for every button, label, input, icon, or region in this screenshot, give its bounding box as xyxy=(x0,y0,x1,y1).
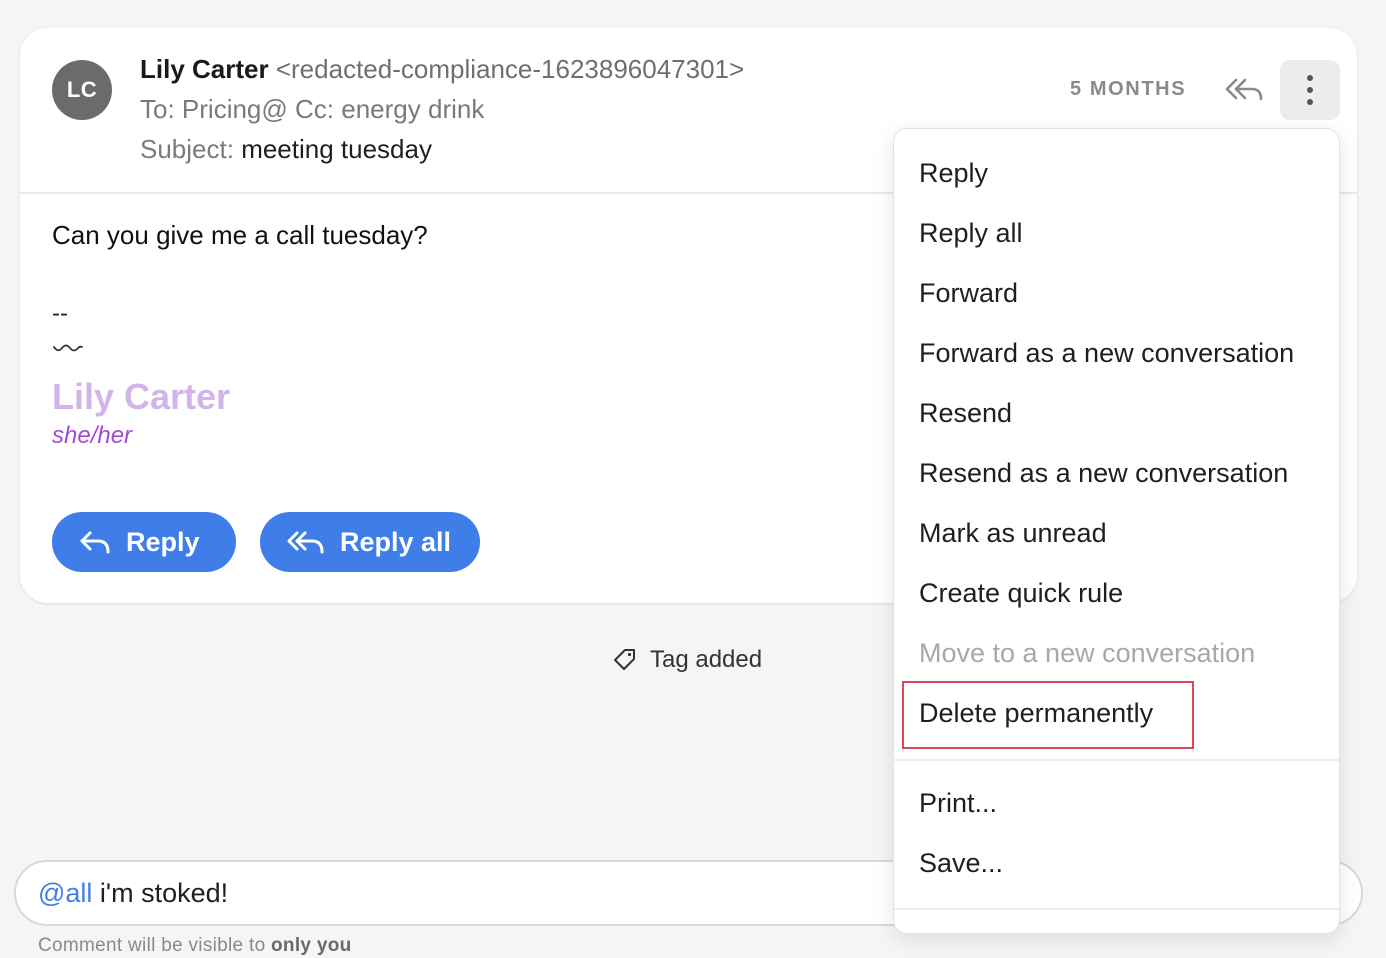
sender-email: <redacted-compliance-1623896047301> xyxy=(275,54,745,84)
signature-wave-icon xyxy=(53,344,83,352)
subject-line: Subject: meeting tuesday xyxy=(140,134,432,165)
menu-item-move-new-conversation: Move to a new conversation xyxy=(919,638,1256,668)
message-options-menu: Reply Reply all Forward Forward as a new… xyxy=(893,128,1340,934)
activity-tag-added: Tag added xyxy=(612,646,762,674)
to-value[interactable]: Pricing@ xyxy=(182,94,288,124)
delete-permanently-highlight xyxy=(902,681,1194,749)
sender-name: Lily Carter xyxy=(140,54,269,84)
signature-pronouns: she/her xyxy=(52,422,133,449)
menu-item-create-quick-rule[interactable]: Create quick rule xyxy=(919,578,1123,609)
comment-input-text[interactable]: @all i'm stoked! xyxy=(38,878,228,909)
more-options-button[interactable] xyxy=(1280,60,1340,120)
message-age: 5 MONTHS xyxy=(1070,78,1187,100)
to-label: To: xyxy=(140,94,175,124)
reply-button[interactable]: Reply xyxy=(52,512,236,572)
cc-value[interactable]: energy drink xyxy=(341,94,484,124)
menu-divider-bottom xyxy=(894,908,1339,910)
sender-line: Lily Carter <redacted-compliance-1623896… xyxy=(140,54,744,85)
subject-label: Subject: xyxy=(140,134,234,164)
menu-item-resend[interactable]: Resend xyxy=(919,398,1012,429)
menu-item-forward-new-conversation[interactable]: Forward as a new conversation xyxy=(919,338,1294,369)
menu-item-mark-unread[interactable]: Mark as unread xyxy=(919,518,1107,549)
menu-item-resend-new-conversation[interactable]: Resend as a new conversation xyxy=(919,458,1288,489)
menu-item-print[interactable]: Print... xyxy=(919,788,997,819)
reply-all-button[interactable]: Reply all xyxy=(260,512,480,572)
comment-mention: @all xyxy=(38,878,93,908)
menu-item-reply-all[interactable]: Reply all xyxy=(919,218,1023,249)
menu-divider xyxy=(894,759,1339,761)
visibility-target: only you xyxy=(271,935,352,956)
more-vertical-icon xyxy=(1307,75,1313,81)
reply-all-icon xyxy=(287,531,324,554)
reply-all-icon-button[interactable] xyxy=(1222,72,1266,108)
avatar: LC xyxy=(52,60,112,120)
comment-body: i'm stoked! xyxy=(92,878,229,908)
reply-all-button-label: Reply all xyxy=(340,526,452,557)
reply-button-label: Reply xyxy=(126,526,200,557)
reply-icon xyxy=(80,531,110,554)
tag-added-text: Tag added xyxy=(650,646,763,673)
subject-value: meeting tuesday xyxy=(241,134,432,164)
menu-item-save[interactable]: Save... xyxy=(919,848,1003,879)
menu-item-reply[interactable]: Reply xyxy=(919,158,988,189)
message-body: Can you give me a call tuesday? xyxy=(52,220,428,250)
cc-label: Cc: xyxy=(295,94,335,124)
visibility-prefix: Comment will be visible to xyxy=(38,935,266,956)
reply-all-icon xyxy=(1225,78,1263,101)
menu-item-forward[interactable]: Forward xyxy=(919,278,1018,309)
signature-dash: -- xyxy=(52,300,68,327)
tag-icon xyxy=(614,649,635,670)
recipients-line: To: Pricing@ Cc: energy drink xyxy=(140,94,484,125)
signature-name: Lily Carter xyxy=(52,376,231,417)
comment-visibility-note: Comment will be visible to only you xyxy=(38,935,352,957)
